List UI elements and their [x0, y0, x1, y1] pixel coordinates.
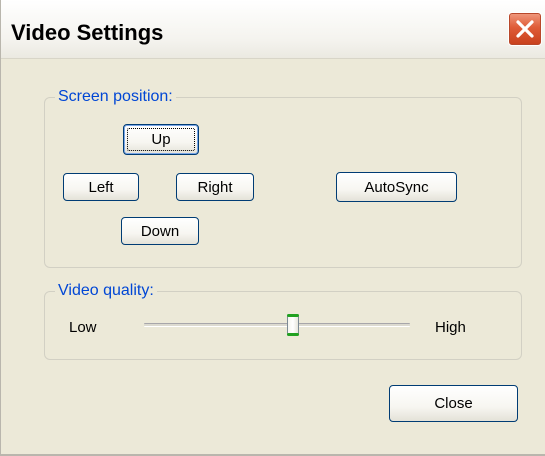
left-button-label: Left	[88, 178, 114, 196]
screen-position-legend: Screen position:	[55, 86, 176, 108]
video-quality-legend: Video quality:	[55, 280, 157, 302]
video-quality-slider-thumb[interactable]	[287, 314, 299, 336]
left-button[interactable]: Left	[63, 173, 139, 201]
up-button-label: Up	[151, 131, 171, 148]
autosync-button-label: AutoSync	[364, 178, 429, 196]
video-quality-slider-track[interactable]	[144, 323, 410, 327]
up-button[interactable]: Up	[123, 124, 199, 155]
down-button-label: Down	[140, 222, 180, 240]
close-button-label: Close	[434, 395, 473, 412]
slider-high-label: High	[435, 319, 466, 336]
close-x-icon	[516, 20, 534, 38]
title-bar[interactable]: Video Settings	[1, 0, 545, 59]
title-close-button[interactable]	[508, 12, 542, 46]
right-button[interactable]: Right	[176, 173, 254, 201]
right-button-label: Right	[197, 178, 233, 196]
video-settings-window: Video Settings Screen position: Up Left …	[0, 0, 545, 456]
window-title: Video Settings	[11, 20, 164, 45]
close-button[interactable]: Close	[389, 385, 518, 422]
slider-low-label: Low	[69, 319, 97, 336]
down-button[interactable]: Down	[121, 217, 199, 245]
autosync-button[interactable]: AutoSync	[336, 172, 457, 202]
